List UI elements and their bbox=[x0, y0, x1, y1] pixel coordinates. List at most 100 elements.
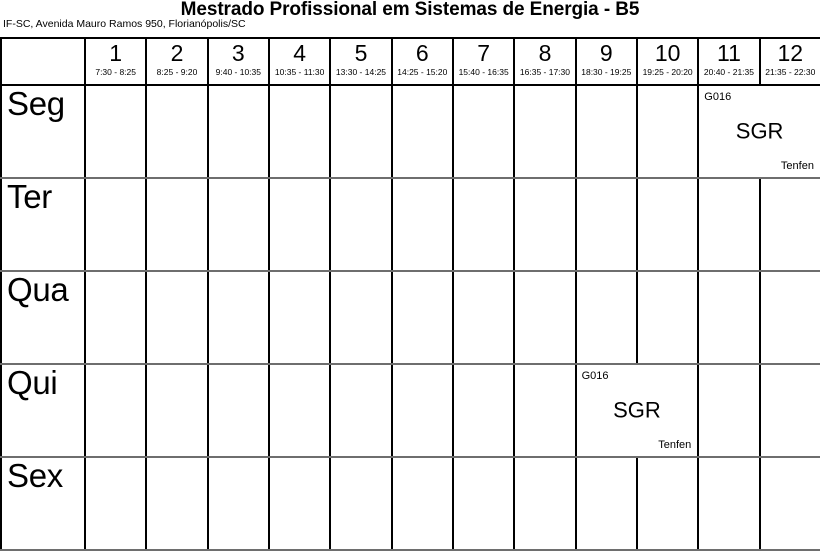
slot-number: 6 bbox=[415, 40, 429, 66]
cell-sex-4[interactable] bbox=[267, 456, 332, 551]
cell-qui-4[interactable] bbox=[267, 363, 332, 458]
cell-sex-11[interactable] bbox=[697, 456, 761, 551]
cell-qui-8[interactable] bbox=[513, 363, 577, 458]
slot-header-4: 4 10:35 - 11:30 bbox=[267, 37, 332, 86]
cell-qui-7[interactable] bbox=[451, 363, 516, 458]
slot-number: 2 bbox=[170, 40, 184, 66]
cell-sex-1[interactable] bbox=[83, 456, 148, 551]
table-row: Sex bbox=[0, 456, 820, 551]
cell-seg-6[interactable] bbox=[390, 84, 454, 179]
cell-qua-8[interactable] bbox=[513, 270, 577, 365]
cell-seg-4[interactable] bbox=[267, 84, 332, 179]
cell-seg-5[interactable] bbox=[329, 84, 393, 179]
timetable-header-row: 1 7:30 - 8:25 2 8:25 - 9:20 3 9:40 - 10:… bbox=[0, 37, 820, 86]
cell-qua-10[interactable] bbox=[635, 270, 700, 365]
class-entry[interactable]: G016 SGR Tenfen bbox=[699, 86, 820, 177]
cell-seg-2[interactable] bbox=[145, 84, 209, 179]
class-teacher: Tenfen bbox=[658, 439, 692, 451]
slot-time: 8:25 - 9:20 bbox=[156, 67, 198, 77]
cell-sex-6[interactable] bbox=[390, 456, 454, 551]
cell-qui-11[interactable] bbox=[697, 363, 761, 458]
table-row: Seg G016 SGR Tenfen bbox=[0, 84, 820, 179]
day-label: Sex bbox=[7, 457, 63, 494]
cell-qui-6[interactable] bbox=[390, 363, 454, 458]
table-row: Qua bbox=[0, 270, 820, 365]
class-subject: SGR bbox=[613, 396, 661, 422]
cell-ter-9[interactable] bbox=[574, 177, 638, 272]
slot-time: 20:40 - 21:35 bbox=[703, 67, 754, 77]
class-entry[interactable]: G016 SGR Tenfen bbox=[577, 365, 698, 456]
class-room: G016 bbox=[704, 91, 732, 103]
cell-ter-10[interactable] bbox=[635, 177, 700, 272]
slot-header-11: 11 20:40 - 21:35 bbox=[697, 37, 761, 86]
cell-qua-3[interactable] bbox=[206, 270, 270, 365]
class-room: G016 bbox=[581, 370, 609, 382]
cell-qui-2[interactable] bbox=[145, 363, 209, 458]
slot-number: 8 bbox=[538, 40, 552, 66]
slot-header-3: 3 9:40 - 10:35 bbox=[206, 37, 270, 86]
cell-sex-7[interactable] bbox=[451, 456, 516, 551]
cell-qua-9[interactable] bbox=[574, 270, 638, 365]
cell-qua-7[interactable] bbox=[451, 270, 516, 365]
cell-qua-12[interactable] bbox=[758, 270, 820, 365]
cell-ter-2[interactable] bbox=[145, 177, 209, 272]
day-cell-qui: Qui bbox=[0, 363, 86, 458]
cell-seg-9[interactable] bbox=[574, 84, 638, 179]
cell-qua-1[interactable] bbox=[83, 270, 148, 365]
page-subtitle: IF-SC, Avenida Mauro Ramos 950, Florianó… bbox=[3, 18, 246, 30]
cell-qui-1[interactable] bbox=[83, 363, 148, 458]
day-cell-qua: Qua bbox=[0, 270, 86, 365]
day-cell-ter: Ter bbox=[0, 177, 86, 272]
slot-header-2: 2 8:25 - 9:20 bbox=[145, 37, 209, 86]
timetable-corner-cell bbox=[0, 37, 86, 86]
cell-sex-8[interactable] bbox=[513, 456, 577, 551]
cell-sex-5[interactable] bbox=[329, 456, 393, 551]
cell-ter-11[interactable] bbox=[697, 177, 761, 272]
slot-time: 19:25 - 20:20 bbox=[642, 67, 693, 77]
cell-seg-3[interactable] bbox=[206, 84, 270, 179]
slot-number: 1 bbox=[109, 40, 123, 66]
day-label: Qua bbox=[7, 271, 69, 308]
title-bar: Mestrado Profissional em Sistemas de Ene… bbox=[0, 0, 820, 37]
cell-qui-12[interactable] bbox=[758, 363, 820, 458]
cell-ter-1[interactable] bbox=[83, 177, 148, 272]
cell-sex-2[interactable] bbox=[145, 456, 209, 551]
class-block-seg-11[interactable]: G016 SGR Tenfen bbox=[697, 84, 820, 179]
cell-seg-8[interactable] bbox=[513, 84, 577, 179]
slot-header-7: 7 15:40 - 16:35 bbox=[451, 37, 516, 86]
cell-sex-3[interactable] bbox=[206, 456, 270, 551]
cell-seg-7[interactable] bbox=[451, 84, 516, 179]
cell-qua-4[interactable] bbox=[267, 270, 332, 365]
cell-seg-1[interactable] bbox=[83, 84, 148, 179]
slot-time: 16:35 - 17:30 bbox=[519, 67, 571, 77]
cell-ter-4[interactable] bbox=[267, 177, 332, 272]
slot-number: 10 bbox=[654, 40, 681, 66]
page-title: Mestrado Profissional em Sistemas de Ene… bbox=[180, 0, 640, 20]
slot-time: 18:30 - 19:25 bbox=[581, 67, 632, 77]
cell-qua-6[interactable] bbox=[390, 270, 454, 365]
class-subject: SGR bbox=[735, 117, 784, 143]
cell-ter-7[interactable] bbox=[451, 177, 516, 272]
cell-seg-10[interactable] bbox=[635, 84, 700, 179]
day-label: Seg bbox=[7, 85, 65, 122]
slot-time: 7:30 - 8:25 bbox=[95, 67, 136, 77]
slot-number: 3 bbox=[231, 40, 245, 66]
cell-sex-9[interactable] bbox=[574, 456, 638, 551]
class-block-qui-9[interactable]: G016 SGR Tenfen bbox=[574, 363, 700, 458]
slot-header-5: 5 13:30 - 14:25 bbox=[329, 37, 393, 86]
cell-ter-3[interactable] bbox=[206, 177, 270, 272]
cell-ter-5[interactable] bbox=[329, 177, 393, 272]
cell-sex-12[interactable] bbox=[758, 456, 820, 551]
slot-header-12: 12 21:35 - 22:30 bbox=[758, 37, 820, 86]
cell-qua-11[interactable] bbox=[697, 270, 761, 365]
slot-header-1: 1 7:30 - 8:25 bbox=[83, 37, 148, 86]
cell-ter-6[interactable] bbox=[390, 177, 454, 272]
cell-qui-5[interactable] bbox=[329, 363, 393, 458]
cell-sex-10[interactable] bbox=[635, 456, 700, 551]
cell-qua-5[interactable] bbox=[329, 270, 393, 365]
cell-qui-3[interactable] bbox=[206, 363, 270, 458]
cell-qua-2[interactable] bbox=[145, 270, 209, 365]
slot-number: 7 bbox=[477, 40, 491, 66]
cell-ter-12[interactable] bbox=[758, 177, 820, 272]
cell-ter-8[interactable] bbox=[513, 177, 577, 272]
